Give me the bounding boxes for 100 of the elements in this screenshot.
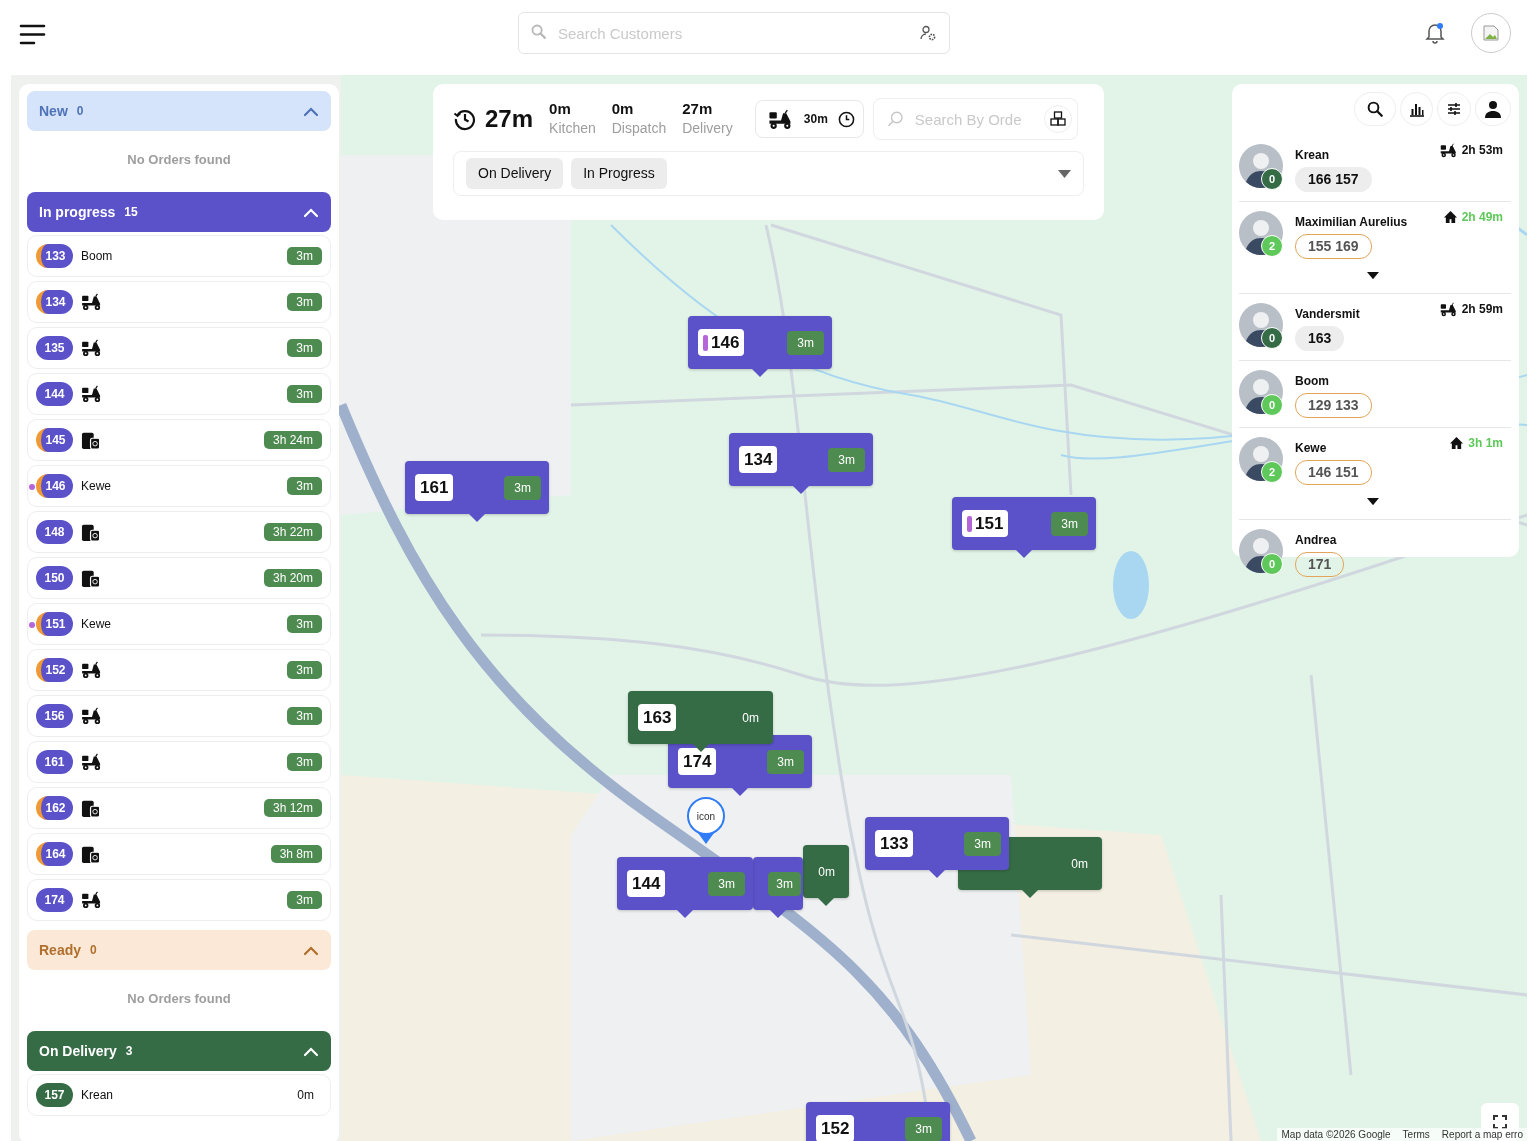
map-attribution-link[interactable]: Terms: [1402, 1128, 1430, 1141]
elapsed-time: 3m: [287, 615, 322, 633]
order-row[interactable]: 162 3h 12m: [27, 787, 331, 829]
map-marker[interactable]: 134 3m: [729, 433, 873, 486]
map-marker[interactable]: 0m: [803, 845, 849, 898]
status-filter-select[interactable]: On Delivery In Progress: [453, 151, 1084, 196]
map-marker[interactable]: 133 3m: [865, 817, 1009, 870]
marker-pointer: [770, 910, 786, 918]
chevron-up-icon: [303, 945, 319, 956]
order-number: 135: [36, 336, 73, 360]
caret-down-icon: [1367, 272, 1379, 280]
order-row[interactable]: 156 3m: [27, 695, 331, 737]
map-marker[interactable]: 152 3m: [806, 1102, 950, 1141]
section-header[interactable]: New 0: [27, 91, 331, 131]
stat-value: 0m: [549, 100, 572, 118]
elapsed-time: 3m: [708, 871, 745, 896]
bell-icon: [1425, 21, 1445, 44]
map-attribution-link[interactable]: Map data ©2026 Google: [1281, 1128, 1391, 1141]
map-attribution-link[interactable]: Report a map erro: [1441, 1128, 1523, 1141]
order-row[interactable]: 145 3h 24m: [27, 419, 331, 461]
order-row[interactable]: 174 3m: [27, 879, 331, 921]
map-marker[interactable]: 161 3m: [405, 461, 549, 514]
filter-chip[interactable]: In Progress: [571, 158, 667, 189]
clock-icon: [837, 110, 855, 128]
map-marker[interactable]: 163 0m: [628, 691, 773, 744]
driver-row[interactable]: 0 Andrea 171: [1239, 520, 1511, 587]
marker-number: 144: [632, 872, 661, 895]
section-header[interactable]: In progress 15: [27, 192, 331, 232]
elapsed-time: 3h 12m: [263, 799, 322, 817]
driver-row[interactable]: 0 Krean 166 157 2h 53m: [1239, 135, 1511, 202]
order-row[interactable]: 151 Kewe 3m: [27, 603, 331, 645]
drivers-button[interactable]: [1475, 92, 1511, 126]
section-title: Ready: [39, 940, 82, 960]
marker-number: 146: [711, 331, 740, 354]
stat-label: Delivery: [682, 119, 733, 138]
bag-icon: [81, 844, 101, 864]
person-icon: [1484, 100, 1502, 118]
total-time: 27m: [485, 104, 534, 134]
statistics-button[interactable]: [1400, 92, 1433, 126]
order-row[interactable]: 135 3m: [27, 327, 331, 369]
order-number: 145: [36, 428, 73, 452]
driver-row[interactable]: 2 Maximilian Aurelius 155 169 2h 49m: [1239, 202, 1511, 294]
marker-pointer: [752, 369, 768, 377]
driver-row[interactable]: 0 Vandersmit 163 2h 59m: [1239, 294, 1511, 361]
driver-name: Kewe: [81, 616, 112, 633]
order-number: 148: [36, 520, 73, 544]
section-header[interactable]: On Delivery 3: [27, 1031, 331, 1071]
order-row[interactable]: 152 3m: [27, 649, 331, 691]
menu-button[interactable]: [19, 22, 46, 46]
scooter-icon: [81, 293, 103, 311]
order-number: 152: [36, 658, 73, 682]
bag-icon: [81, 430, 101, 450]
chevron-up-icon: [303, 1046, 319, 1057]
order-row[interactable]: 148 3h 22m: [27, 511, 331, 553]
order-row[interactable]: 146 Kewe 3m: [27, 465, 331, 507]
map-marker[interactable]: 146 3m: [688, 316, 832, 369]
map-marker[interactable]: 3m: [753, 857, 803, 910]
driver-name: Vandersmit: [1295, 306, 1360, 323]
order-row[interactable]: 157 Krean 0m: [27, 1074, 331, 1116]
order-row[interactable]: 164 3h 8m: [27, 833, 331, 875]
scooter-icon: [81, 385, 103, 403]
trip-time: 2h 59m: [1461, 301, 1503, 318]
order-number: 146: [36, 474, 73, 498]
elapsed-time: 3h 24m: [263, 431, 322, 449]
driver-row[interactable]: 2 Kewe 146 151 3h 1m: [1239, 428, 1511, 520]
marker-pointer: [732, 788, 748, 796]
notifications-button[interactable]: [1424, 20, 1446, 44]
section-count: 15: [124, 204, 138, 221]
filter-chip[interactable]: On Delivery: [466, 158, 564, 189]
order-number: 133: [36, 244, 73, 268]
elapsed-time: 3m: [287, 891, 322, 909]
order-row[interactable]: 144 3m: [27, 373, 331, 415]
order-row[interactable]: 150 3h 20m: [27, 557, 331, 599]
order-row[interactable]: 161 3m: [27, 741, 331, 783]
map-marker[interactable]: 151 3m: [952, 497, 1096, 550]
delivery-time-button[interactable]: 30m: [754, 100, 864, 138]
marker-pointer: [793, 486, 809, 494]
order-row[interactable]: 133 Boom 3m: [27, 235, 331, 277]
trip-time: 3h 1m: [1468, 435, 1503, 452]
driver-name: Maximilian Aurelius: [1295, 214, 1408, 231]
filter-settings-button[interactable]: [1437, 92, 1471, 126]
driver-row[interactable]: 0 Boom 129 133: [1239, 361, 1511, 428]
section-title: In progress: [39, 202, 116, 222]
map-marker[interactable]: 144 3m: [617, 857, 753, 910]
marker-number: 163: [643, 706, 672, 729]
search-button[interactable]: [1354, 92, 1396, 126]
driver-name: Kewe: [1295, 440, 1327, 457]
order-row[interactable]: 134 3m: [27, 281, 331, 323]
marker-pointer: [677, 910, 693, 918]
elapsed-time: 3h 20m: [263, 569, 322, 587]
order-number: 134: [36, 290, 73, 314]
elapsed-time: 3m: [504, 475, 541, 500]
stat-label: Kitchen: [549, 119, 596, 138]
driver-name: Krean: [1295, 147, 1329, 164]
scooter-icon: [81, 339, 103, 357]
elapsed-time: 3m: [964, 831, 1001, 856]
bag-icon: [81, 568, 101, 588]
marker-pointer: [929, 870, 945, 878]
bag-icon: [81, 522, 101, 542]
section-count: 3: [125, 1043, 133, 1060]
